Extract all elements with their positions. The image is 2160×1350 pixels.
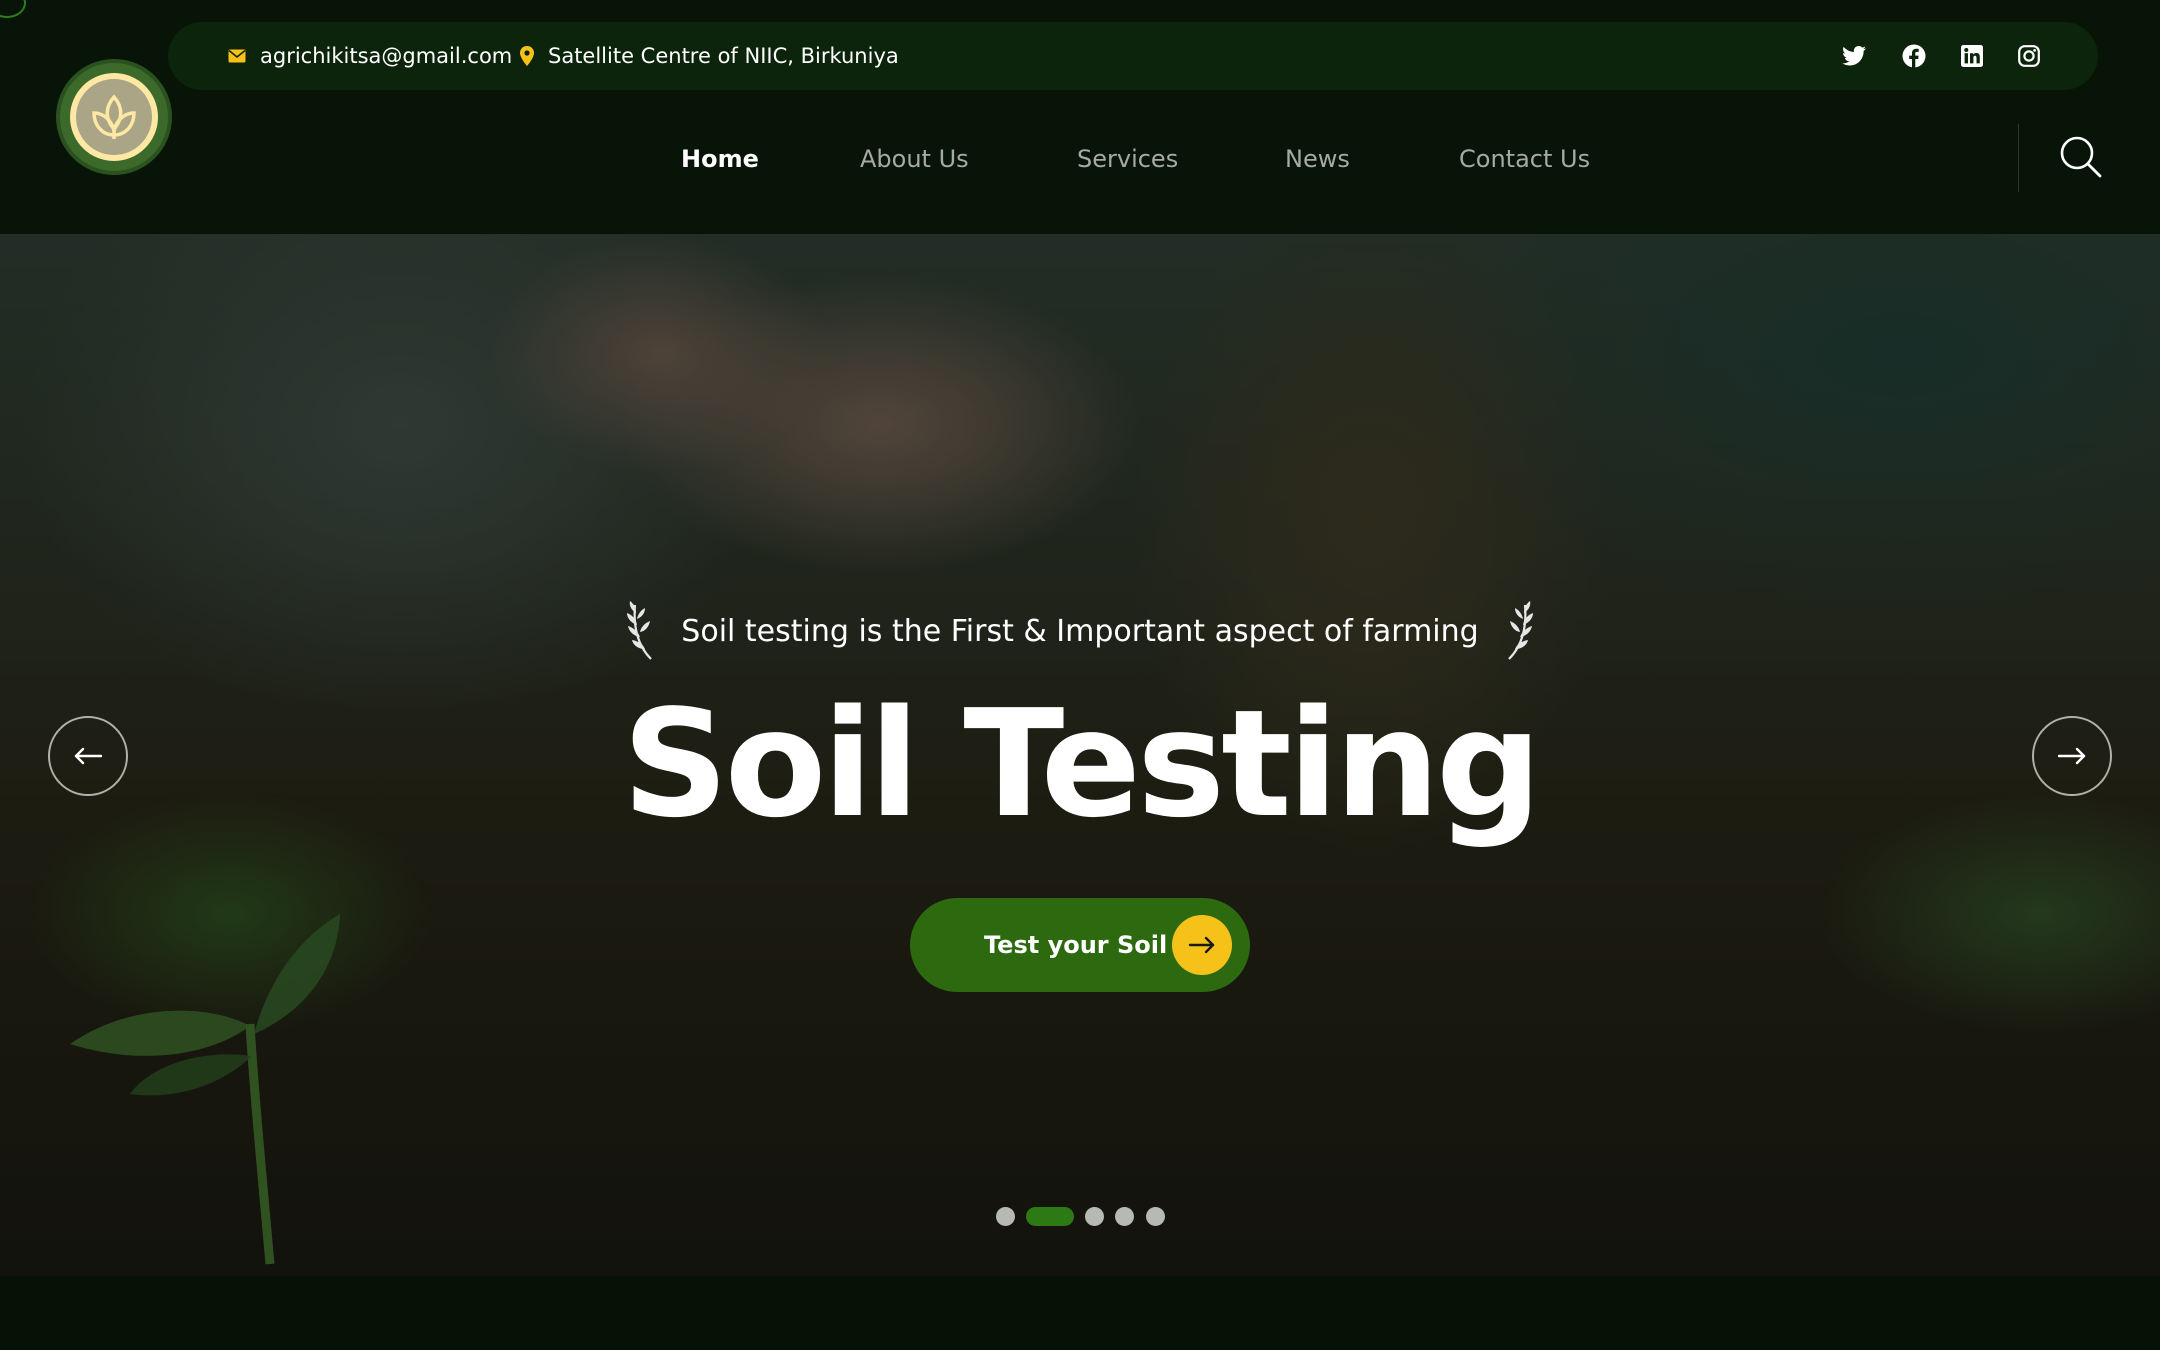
search-button[interactable] (2058, 134, 2104, 180)
corner-ring-decoration (0, 0, 26, 18)
logo-core (76, 79, 152, 155)
instagram-icon[interactable] (2015, 42, 2043, 70)
nav-news[interactable]: News (1285, 134, 1350, 184)
nav-about-us[interactable]: About Us (860, 134, 969, 184)
arrow-right-icon (1172, 915, 1232, 975)
hero-slider: Soil testing is the First & Important as… (0, 234, 2160, 1276)
logo-outer-ring (60, 63, 168, 171)
logo-inner-ring (70, 73, 158, 161)
slider-dot-4[interactable] (1115, 1207, 1134, 1226)
nav-contact-us[interactable]: Contact Us (1459, 134, 1590, 184)
email-contact[interactable]: agrichikitsa@gmail.com (228, 22, 512, 90)
test-your-soil-button[interactable]: Test your Soil (910, 898, 1250, 992)
site-header: agrichikitsa@gmail.com Satellite Centre … (0, 0, 2160, 234)
laurel-right-icon (1501, 599, 1539, 663)
laurel-left-icon (621, 599, 659, 663)
tagline-text: Soil testing is the First & Important as… (681, 613, 1479, 649)
slider-pagination (0, 1207, 2160, 1227)
cta-label: Test your Soil (984, 931, 1168, 959)
slider-prev-button[interactable] (48, 716, 128, 796)
arrow-left-icon (74, 747, 103, 765)
twitter-icon[interactable] (1840, 42, 1868, 70)
leaf-logo-icon (92, 94, 136, 139)
facebook-icon[interactable] (1900, 42, 1928, 70)
nav-home[interactable]: Home (681, 134, 759, 184)
slider-dot-1[interactable] (996, 1207, 1015, 1226)
search-icon (2060, 136, 2102, 178)
nav-services[interactable]: Services (1077, 134, 1178, 184)
page-bottom-strip (0, 1276, 2160, 1350)
slider-dot-3[interactable] (1085, 1207, 1104, 1226)
top-contact-bar: agrichikitsa@gmail.com Satellite Centre … (168, 22, 2098, 90)
arrow-right-icon (2057, 747, 2086, 765)
nav-divider (2018, 124, 2019, 192)
page: agrichikitsa@gmail.com Satellite Centre … (0, 0, 2160, 1350)
address-contact[interactable]: Satellite Centre of NIIC, Birkuniya (520, 22, 899, 90)
linkedin-icon[interactable] (1958, 42, 1986, 70)
address-text: Satellite Centre of NIIC, Birkuniya (548, 44, 899, 68)
hero-tagline: Soil testing is the First & Important as… (0, 596, 2160, 666)
email-text: agrichikitsa@gmail.com (260, 44, 513, 68)
location-pin-icon (520, 46, 534, 66)
slider-next-button[interactable] (2032, 716, 2112, 796)
mail-icon (228, 49, 246, 63)
site-logo[interactable] (60, 63, 168, 171)
slider-dot-2[interactable] (1026, 1207, 1074, 1226)
slider-dot-5[interactable] (1146, 1207, 1165, 1226)
hero-title: Soil Testing (622, 678, 1542, 850)
